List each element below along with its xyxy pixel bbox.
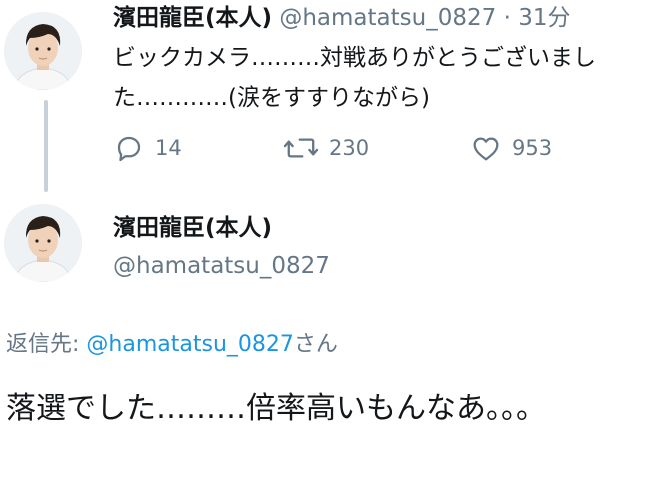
reply-to-line: 返信先: @hamatatsu_0827さん [6, 330, 338, 360]
like-count: 953 [512, 136, 553, 160]
thread-line [44, 100, 48, 192]
avatar[interactable] [4, 12, 82, 90]
reply-to-label: 返信先: [6, 332, 80, 357]
reply-to-suffix: さん [293, 332, 338, 357]
reply-count: 14 [155, 136, 182, 160]
tweet-header: 濱田龍臣(本人) @hamatatsu_0827 · 31分 [113, 2, 570, 34]
display-name[interactable]: 濱田龍臣(本人) [113, 212, 272, 244]
separator-dot: · [503, 5, 511, 31]
reply-button[interactable]: 14 [113, 128, 182, 168]
display-name[interactable]: 濱田龍臣(本人) [113, 5, 272, 31]
timestamp[interactable]: 31分 [518, 5, 570, 31]
retweet-count: 230 [329, 136, 370, 160]
retweet-icon [283, 132, 319, 164]
parent-tweet[interactable]: 濱田龍臣(本人) @hamatatsu_0827 · 31分 ビックカメラ………… [0, 0, 654, 196]
tweet-thread: 濱田龍臣(本人) @hamatatsu_0827 · 31分 ビックカメラ………… [0, 0, 654, 486]
tweet-text: 落選でした………倍率高いもんなあ。。。 [6, 391, 546, 426]
handle[interactable]: @hamatatsu_0827 [113, 250, 330, 282]
reply-icon [113, 132, 145, 164]
reply-to-mention-link[interactable]: @hamatatsu_0827 [86, 332, 293, 357]
tweet-actions: 14 230 953 [113, 128, 633, 168]
tweet-text: ビックカメラ………対戦ありがとうございました…………(涙をすすりながら) [113, 45, 596, 111]
retweet-button[interactable]: 230 [283, 128, 369, 168]
like-button[interactable]: 953 [470, 128, 552, 168]
avatar[interactable] [4, 204, 82, 282]
handle[interactable]: @hamatatsu_0827 [279, 5, 496, 31]
heart-icon [470, 132, 502, 164]
